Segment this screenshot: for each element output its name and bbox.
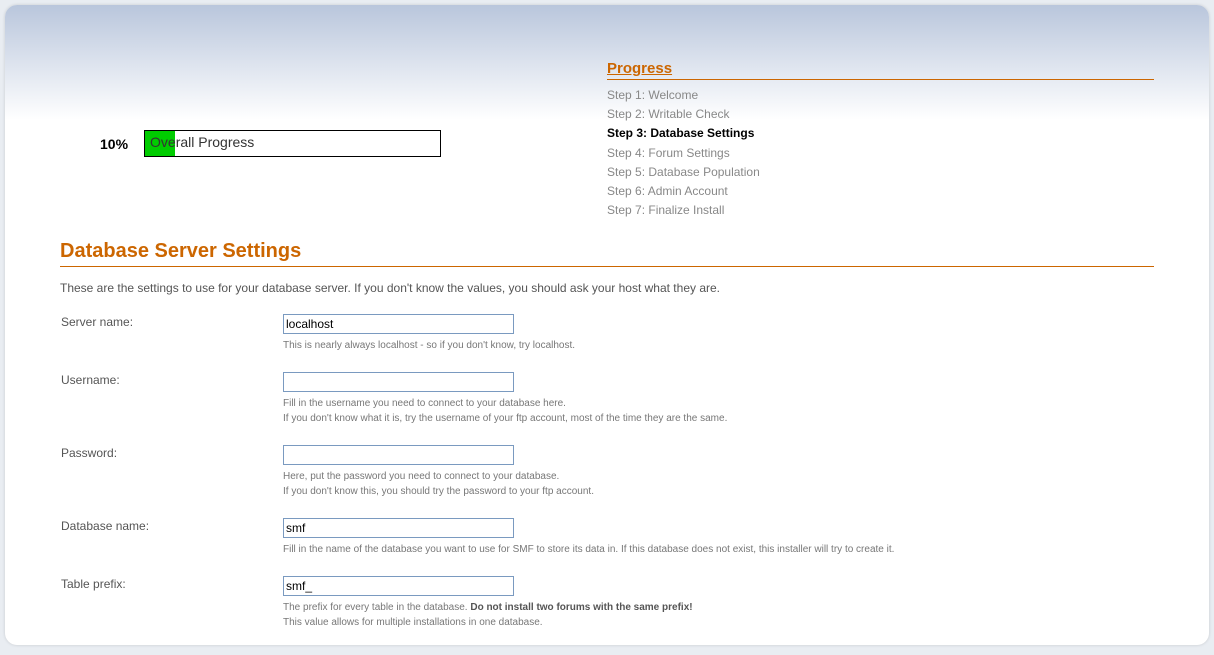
overall-progress: 10% Overall Progress xyxy=(60,130,607,157)
help-server-name: This is nearly always localhost - so if … xyxy=(283,338,1153,353)
page-intro: These are the settings to use for your d… xyxy=(60,281,1154,295)
input-server-name[interactable] xyxy=(283,314,514,334)
input-database-name[interactable] xyxy=(283,518,514,538)
input-username[interactable] xyxy=(283,372,514,392)
progress-step: Step 1: Welcome xyxy=(607,86,1154,105)
progress-step: Step 7: Finalize Install xyxy=(607,201,1154,220)
progress-step: Step 4: Forum Settings xyxy=(607,144,1154,163)
label-server-name: Server name: xyxy=(60,313,282,371)
row-database-name: Database name: Fill in the name of the d… xyxy=(60,517,1154,575)
label-table-prefix: Table prefix: xyxy=(60,575,282,645)
installer-frame: 10% Overall Progress Progress Step 1: We… xyxy=(5,5,1209,645)
row-server-name: Server name: This is nearly always local… xyxy=(60,313,1154,371)
progress-percent: 10% xyxy=(100,136,128,152)
page-title: Database Server Settings xyxy=(60,240,1154,267)
label-password: Password: xyxy=(60,444,282,517)
help-table-prefix: The prefix for every table in the databa… xyxy=(283,600,1153,630)
row-table-prefix: Table prefix: The prefix for every table… xyxy=(60,575,1154,645)
label-username: Username: xyxy=(60,371,282,444)
progress-heading: Progress xyxy=(607,60,1154,80)
row-username: Username: Fill in the username you need … xyxy=(60,371,1154,444)
progress-step: Step 3: Database Settings xyxy=(607,124,1154,143)
progress-step: Step 5: Database Population xyxy=(607,163,1154,182)
help-database-name: Fill in the name of the database you wan… xyxy=(283,542,1153,557)
input-table-prefix[interactable] xyxy=(283,576,514,596)
steps-list: Step 1: WelcomeStep 2: Writable CheckSte… xyxy=(607,86,1154,220)
settings-form: Server name: This is nearly always local… xyxy=(60,313,1154,645)
help-username: Fill in the username you need to connect… xyxy=(283,396,1153,426)
progress-step: Step 2: Writable Check xyxy=(607,105,1154,124)
help-password: Here, put the password you need to conne… xyxy=(283,469,1153,499)
row-password: Password: Here, put the password you nee… xyxy=(60,444,1154,517)
progress-bar-label: Overall Progress xyxy=(150,134,254,150)
input-password[interactable] xyxy=(283,445,514,465)
progress-bar: Overall Progress xyxy=(144,130,441,157)
progress-step: Step 6: Admin Account xyxy=(607,182,1154,201)
label-database-name: Database name: xyxy=(60,517,282,575)
